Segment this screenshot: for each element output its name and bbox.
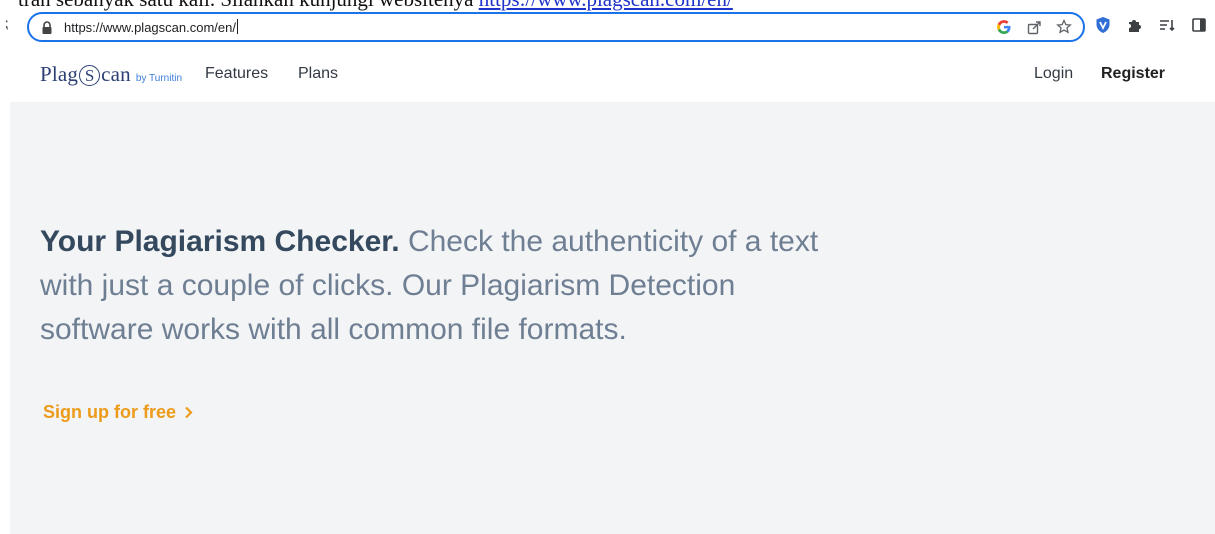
logo-tagline: by Turnitin	[135, 73, 183, 84]
address-bar[interactable]: https://www.plagscan.com/en/	[27, 12, 1085, 42]
google-lens-icon[interactable]	[995, 18, 1013, 36]
logo-s-mark: S	[79, 65, 101, 86]
signup-free-label: Sign up for free	[43, 402, 177, 422]
chevron-right-icon	[185, 406, 193, 419]
document-link[interactable]: https://www.plagscan.com/en/	[479, 0, 733, 11]
nav-login-link[interactable]: Login	[1034, 65, 1073, 83]
share-icon[interactable]	[1025, 18, 1043, 36]
puzzle-extensions-icon[interactable]	[1126, 16, 1144, 34]
hero-headline: Your Plagiarism Checker. Check the authe…	[40, 220, 830, 352]
side-panel-icon[interactable]	[1190, 16, 1208, 34]
shield-extension-icon[interactable]	[1094, 16, 1112, 34]
hero-headline-strong: Your Plagiarism Checker.	[40, 225, 400, 258]
nav-plans-link[interactable]: Plans	[298, 65, 338, 83]
nav-features-link[interactable]: Features	[205, 65, 268, 83]
site-navbar: Plag Scan by Turnitin Features Plans Logi…	[10, 46, 1215, 102]
document-text: tran sebanyak satu kali. Silahkan kunjun…	[18, 0, 479, 11]
nav-register-link[interactable]: Register	[1101, 65, 1165, 83]
url-text[interactable]: https://www.plagscan.com/en/	[64, 19, 238, 35]
browser-toolbar: ⁏ https://www.plagscan.com/en/	[0, 12, 1215, 42]
lock-icon[interactable]	[41, 21, 53, 35]
plagscan-logo[interactable]: Plag Scan by Turnitin	[40, 62, 182, 87]
hero-section: Your Plagiarism Checker. Check the authe…	[10, 102, 1215, 534]
bookmark-star-icon[interactable]	[1055, 18, 1073, 36]
signup-free-link[interactable]: Sign up for free	[43, 402, 193, 423]
reading-list-icon[interactable]	[1158, 16, 1176, 34]
drag-handle-icon: ⁏	[4, 16, 9, 32]
